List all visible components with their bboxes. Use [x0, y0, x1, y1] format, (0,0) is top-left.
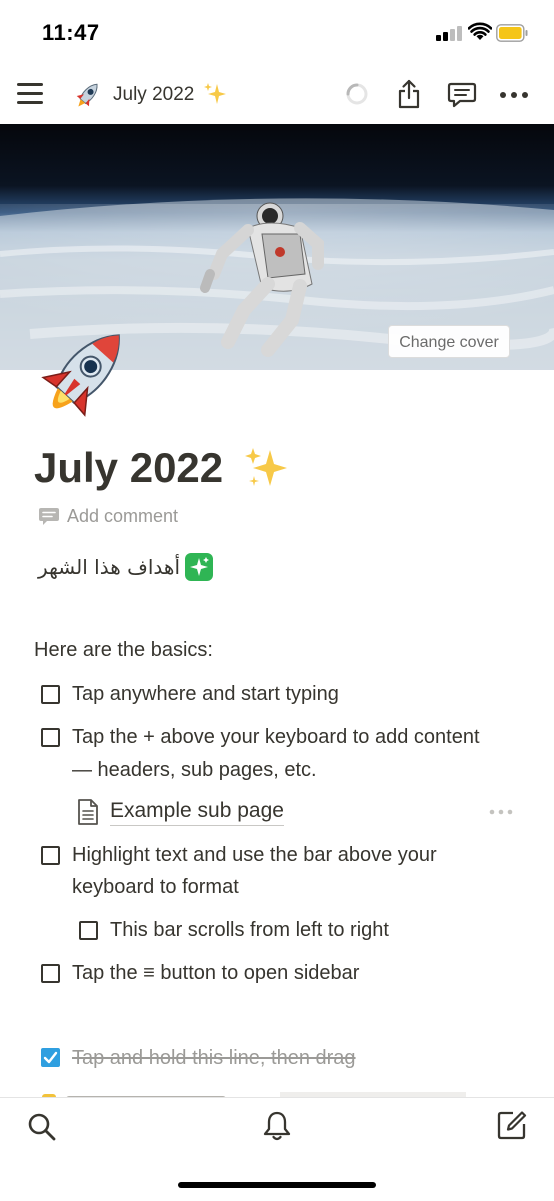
- more-icon[interactable]: [499, 84, 529, 106]
- todo-item-text[interactable]: This bar scrolls from left to right: [110, 914, 389, 947]
- wifi-icon: [468, 22, 492, 40]
- sparkles-icon: [204, 83, 226, 104]
- todo-item-text-continued[interactable]: keyboard to format: [72, 871, 239, 904]
- page-title-breadcrumb[interactable]: July 2022: [113, 84, 194, 106]
- todo-item-text[interactable]: Tap anywhere and start typing: [72, 678, 339, 711]
- todo-checkbox[interactable]: [41, 728, 60, 747]
- comment-icon[interactable]: [447, 80, 477, 110]
- block-options-icon[interactable]: [488, 808, 514, 816]
- status-time: 11:47: [42, 20, 100, 45]
- add-comment-button[interactable]: Add comment: [67, 506, 178, 527]
- basics-heading[interactable]: Here are the basics:: [34, 639, 213, 662]
- todo-item-text-done[interactable]: Tap and hold this line, then drag: [72, 1042, 356, 1075]
- todo-item-text[interactable]: Tap the + above your keyboard to add con…: [72, 721, 480, 754]
- todo-checkbox[interactable]: [79, 921, 98, 940]
- home-indicator: [178, 1182, 376, 1188]
- search-icon[interactable]: [27, 1112, 57, 1142]
- todo-item-text[interactable]: Tap the ≡ button to open sidebar: [72, 957, 359, 990]
- loading-spinner-icon: [346, 83, 368, 105]
- signal-icon: [436, 25, 464, 41]
- todo-checkbox[interactable]: [41, 846, 60, 865]
- todo-item-text[interactable]: Highlight text and use the bar above you…: [72, 839, 437, 872]
- bell-icon[interactable]: [262, 1110, 292, 1142]
- todo-checkbox-checked[interactable]: [41, 1048, 60, 1067]
- battery-icon: [496, 24, 528, 42]
- sparkle-square-icon: [185, 553, 213, 581]
- arabic-goals-line[interactable]: أهداف هذا الشهر: [34, 553, 214, 583]
- arabic-text: أهداف هذا الشهر: [38, 555, 180, 579]
- document-icon: [78, 799, 98, 825]
- todo-checkbox[interactable]: [41, 964, 60, 983]
- todo-item-text-continued[interactable]: — headers, sub pages, etc.: [72, 754, 317, 787]
- change-cover-button[interactable]: Change cover: [388, 325, 510, 358]
- page-title[interactable]: July 2022: [34, 442, 223, 494]
- compose-icon[interactable]: [497, 1110, 527, 1140]
- comment-bubble-icon[interactable]: [38, 507, 60, 527]
- sparkles-icon: [245, 448, 287, 486]
- menu-icon[interactable]: [17, 83, 43, 105]
- sub-page-link[interactable]: Example sub page: [110, 797, 284, 826]
- rocket-icon[interactable]: [28, 318, 140, 430]
- rocket-page-icon[interactable]: [72, 79, 104, 111]
- todo-checkbox[interactable]: [41, 685, 60, 704]
- share-icon[interactable]: [396, 79, 422, 109]
